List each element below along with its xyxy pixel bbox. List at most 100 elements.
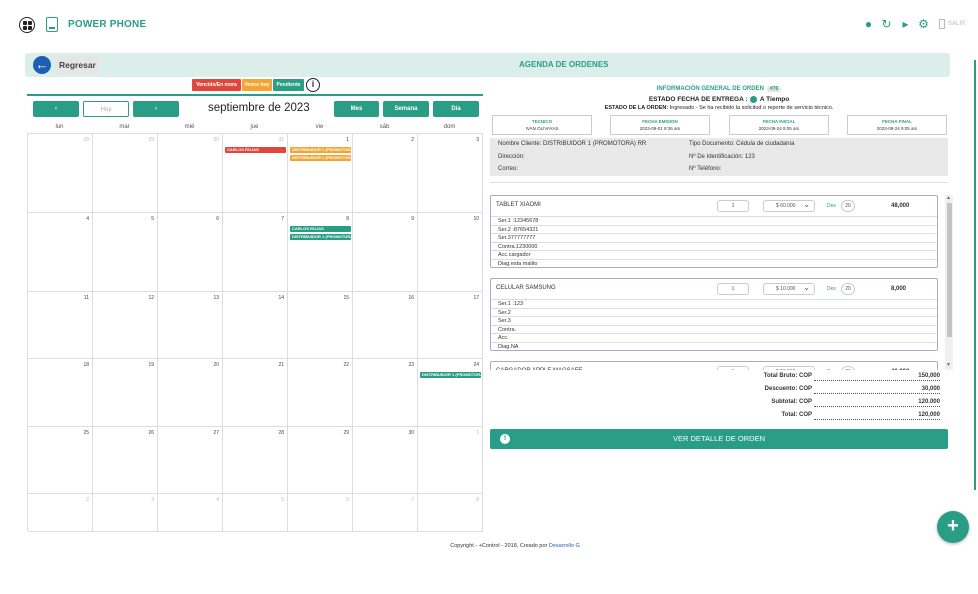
calendar-day-cell[interactable]: 15 [288, 292, 353, 359]
calendar-day-cell[interactable]: 27 [158, 427, 223, 494]
calendar-prev-button[interactable]: ‹ [33, 101, 79, 117]
day-number: 3 [476, 137, 479, 143]
add-order-button[interactable]: + [937, 511, 969, 543]
discount-input[interactable]: 20 [841, 283, 855, 295]
calendar-day-cell[interactable]: 8 [418, 494, 483, 532]
calendar-day-cell[interactable]: 6 [288, 494, 353, 532]
calendar-day-cell[interactable]: 17 [418, 292, 483, 359]
calendar-day-cell[interactable]: 30 [158, 134, 223, 213]
calendar-day-cell[interactable]: 7 [223, 213, 288, 292]
apps-menu-icon[interactable] [19, 17, 35, 33]
info-icon[interactable]: i [306, 78, 320, 92]
price-select[interactable]: $ 10.000 [763, 282, 815, 295]
calendar-day-cell[interactable]: 23 [353, 359, 418, 427]
calendar-day-cell[interactable]: 29 [93, 134, 158, 213]
legend-due-today: Vence hoy [242, 79, 272, 91]
quantity-input[interactable]: 1 [717, 366, 749, 370]
back-arrow-icon[interactable]: ← [33, 56, 51, 74]
discount-input[interactable]: 20 [841, 366, 855, 370]
page-title: AGENDA DE ORDENES [519, 60, 609, 69]
day-number: 22 [343, 362, 349, 368]
day-number: 27 [213, 430, 219, 436]
calendar-today-button[interactable]: Hoy [83, 101, 129, 117]
day-number: 19 [148, 362, 154, 368]
calendar-day-cell[interactable]: 18 [28, 359, 93, 427]
end-date-box: FECHA FINAL 2023-09-24 9:05 am [847, 115, 947, 135]
item-detail-line: Diag.NA [491, 341, 937, 351]
calendar-event[interactable]: CARLOS ROJAS [225, 147, 286, 153]
calendar-day-names: lun mar mié jue vie sáb dom [27, 122, 483, 133]
user-icon[interactable]: ● [862, 18, 875, 31]
calendar-day-cell[interactable]: 13 [158, 292, 223, 359]
logout-icon[interactable] [939, 19, 945, 29]
calendar-event[interactable]: DISTRIBUIDOR 1 (PROMOTORA) RR [420, 372, 481, 378]
calendar-day-cell[interactable]: 29 [288, 427, 353, 494]
item-detail-line: Contra.1230000 [491, 241, 937, 251]
client-name: Nombre Cliente: DISTRIBUIDOR 1 (PROMOTOR… [498, 141, 647, 147]
calendar-day-cell[interactable]: 4 [158, 494, 223, 532]
price-select[interactable]: $ 50.000 [763, 365, 815, 370]
refresh-icon[interactable]: ↻ [880, 18, 893, 31]
calendar-event[interactable]: DISTRIBUIDOR 1 (PROMOTORA) RR [290, 147, 351, 153]
logout-link[interactable]: SALIR [948, 21, 965, 27]
quantity-input[interactable]: 1 [717, 283, 749, 295]
calendar-day-cell[interactable]: 24 [418, 359, 483, 427]
calendar-day-cell[interactable]: 4 [28, 213, 93, 292]
calendar-day-cell[interactable]: 19 [93, 359, 158, 427]
discount-input[interactable]: 20 [841, 200, 855, 212]
calendar-event[interactable]: DISTRIBUIDOR 1 (PROMOTORA) RR [290, 234, 351, 240]
calendar-day-cell[interactable]: 12 [93, 292, 158, 359]
calendar-day-cell[interactable]: 6 [158, 213, 223, 292]
calendar-day-cell[interactable]: 28 [223, 427, 288, 494]
calendar-day-cell[interactable]: 16 [353, 292, 418, 359]
calendar-day-cell[interactable]: 1 [288, 134, 353, 213]
calendar-day-cell[interactable]: 9 [353, 213, 418, 292]
calendar-day-cell[interactable]: 28 [28, 134, 93, 213]
calendar-day-cell[interactable]: 11 [28, 292, 93, 359]
price-select[interactable]: $ 60.000 [763, 199, 815, 212]
scroll-down-icon[interactable]: ▼ [946, 362, 951, 368]
megaphone-icon[interactable]: ▸ [899, 18, 912, 31]
calendar-day-cell[interactable]: 21 [223, 359, 288, 427]
calendar-day-cell[interactable]: 26 [93, 427, 158, 494]
back-button[interactable]: Regresar [56, 56, 99, 74]
calendar-next-button[interactable]: › [133, 101, 179, 117]
view-order-detail-button[interactable]: ! VER DETALLE DE ORDEN [490, 429, 948, 449]
calendar-day-cell[interactable]: 5 [223, 494, 288, 532]
scrollbar-thumb[interactable] [947, 203, 952, 337]
calendar-day-cell[interactable]: 7 [353, 494, 418, 532]
quantity-input[interactable]: 1 [717, 200, 749, 212]
calendar-day-cell[interactable]: 5 [93, 213, 158, 292]
calendar-day-cell[interactable]: 30 [353, 427, 418, 494]
calendar-day-cell[interactable]: 20 [158, 359, 223, 427]
view-month-button[interactable]: Mes [334, 101, 379, 117]
item-detail-line: Ser.1 :123 [491, 299, 937, 308]
client-info: Nombre Cliente: DISTRIBUIDOR 1 (PROMOTOR… [490, 138, 948, 176]
calendar-day-cell[interactable]: 2 [353, 134, 418, 213]
items-scrollbar[interactable]: ▲ ▼ [945, 195, 953, 370]
calendar-day-cell[interactable]: 31 [223, 134, 288, 213]
calendar-day-cell[interactable]: 25 [28, 427, 93, 494]
item-detail-line: Ser.2 [491, 307, 937, 317]
app-name: POWER PHONE [68, 19, 147, 30]
calendar-day-cell[interactable]: 2 [28, 494, 93, 532]
legend-pending: Pendiente [273, 79, 304, 91]
view-day-button[interactable]: Día [433, 101, 479, 117]
calendar-day-cell[interactable]: 14 [223, 292, 288, 359]
calendar-day-cell[interactable]: 3 [93, 494, 158, 532]
calendar-day-cell[interactable]: 22 [288, 359, 353, 427]
calendar-day-cell[interactable]: 10 [418, 213, 483, 292]
top-bar: POWER PHONE ● ↻ ▸ ⚙ SALIR [0, 0, 978, 50]
item-total: 40,000 [891, 369, 909, 370]
scroll-up-icon[interactable]: ▲ [946, 195, 951, 201]
view-week-button[interactable]: Semana [383, 101, 429, 117]
calendar-day-cell[interactable]: 1 [418, 427, 483, 494]
gear-icon[interactable]: ⚙ [917, 18, 930, 31]
calendar-event[interactable]: DISTRIBUIDOR 1 (PROMOTORA) RR [290, 155, 351, 161]
calendar-day-cell[interactable]: 8 [288, 213, 353, 292]
item-total: 8,000 [891, 286, 907, 292]
calendar-event[interactable]: CARLOS ROJAS [290, 226, 351, 232]
discount-label: Des [827, 203, 836, 209]
footer-link[interactable]: Desarrollo G [549, 543, 580, 549]
calendar-day-cell[interactable]: 3 [418, 134, 483, 213]
